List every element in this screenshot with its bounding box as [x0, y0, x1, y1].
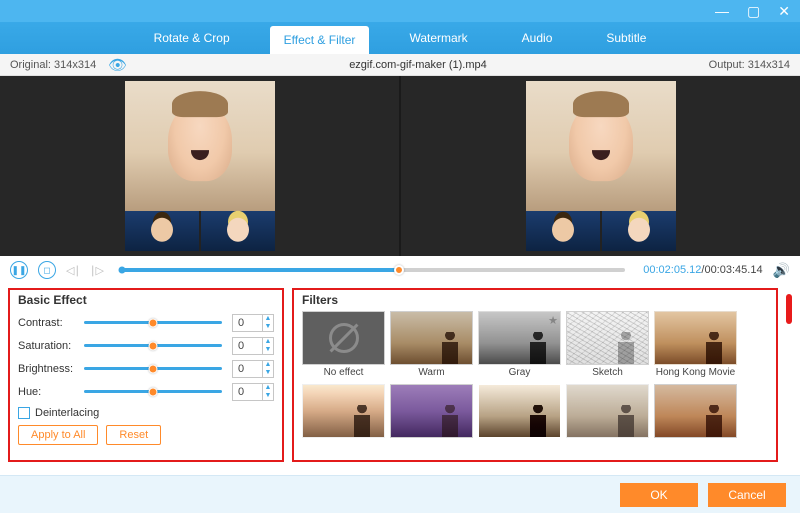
filter-row2-2[interactable] — [390, 384, 473, 452]
panels-row: Basic Effect Contrast: 0▲▼ Saturation: 0… — [0, 284, 800, 462]
tab-audio[interactable]: Audio — [508, 22, 567, 54]
deinterlacing-row: Deinterlacing — [18, 407, 274, 419]
filter-warm[interactable]: Warm — [390, 311, 473, 379]
brightness-label: Brightness: — [18, 363, 84, 375]
hue-down[interactable]: ▼ — [263, 392, 273, 400]
total-time: /00:03:45.14 — [701, 264, 762, 276]
star-icon: ★ — [548, 314, 558, 327]
stop-button[interactable]: ◻ — [38, 261, 56, 279]
volume-icon[interactable]: 🔊 — [773, 262, 790, 279]
ok-button[interactable]: OK — [620, 483, 698, 507]
filters-title: Filters — [302, 293, 768, 307]
basic-effect-title: Basic Effect — [18, 293, 274, 307]
basic-effect-panel: Basic Effect Contrast: 0▲▼ Saturation: 0… — [8, 288, 284, 462]
preview-toggle-icon[interactable]: 👁 — [108, 56, 127, 74]
contrast-value[interactable]: 0▲▼ — [232, 314, 274, 332]
contrast-row: Contrast: 0▲▼ — [18, 311, 274, 334]
original-video — [125, 81, 275, 251]
reset-button[interactable]: Reset — [106, 425, 161, 445]
saturation-slider[interactable] — [84, 344, 222, 347]
footer-bar: OK Cancel — [0, 475, 800, 513]
filters-scrollbar[interactable] — [786, 294, 792, 324]
brightness-up[interactable]: ▲ — [263, 361, 273, 369]
info-bar: Original: 314x314 👁 ezgif.com-gif-maker … — [0, 54, 800, 76]
contrast-down[interactable]: ▼ — [263, 323, 273, 331]
contrast-slider[interactable] — [84, 321, 222, 324]
time-display: 00:02:05.12/00:03:45.14 — [643, 264, 762, 276]
tab-bar: Rotate & Crop Effect & Filter Watermark … — [0, 22, 800, 54]
playback-controls: ❚❚ ◻ ◁∣ ∣▷ 00:02:05.12/00:03:45.14 🔊 — [0, 256, 800, 284]
saturation-label: Saturation: — [18, 340, 84, 352]
tab-watermark[interactable]: Watermark — [395, 22, 481, 54]
saturation-up[interactable]: ▲ — [263, 338, 273, 346]
current-time: 00:02:05.12 — [643, 264, 701, 276]
progress-fill — [122, 268, 399, 272]
hue-up[interactable]: ▲ — [263, 384, 273, 392]
output-video — [526, 81, 676, 251]
prev-frame-button[interactable]: ◁∣ — [66, 264, 80, 277]
contrast-label: Contrast: — [18, 317, 84, 329]
filter-row2-4[interactable] — [566, 384, 649, 452]
saturation-down[interactable]: ▼ — [263, 346, 273, 354]
original-preview-pane — [0, 76, 399, 256]
filter-row2-1[interactable] — [302, 384, 385, 452]
hue-value[interactable]: 0▲▼ — [232, 383, 274, 401]
deinterlacing-checkbox[interactable] — [18, 407, 30, 419]
apply-to-all-button[interactable]: Apply to All — [18, 425, 98, 445]
preview-row — [0, 76, 800, 256]
filter-hong-kong-movie[interactable]: Hong Kong Movie — [654, 311, 737, 379]
filters-panel: Filters No effect Warm ★Gray Sketch Hong… — [292, 288, 778, 462]
tab-effect-filter[interactable]: Effect & Filter — [270, 26, 370, 54]
filters-grid: No effect Warm ★Gray Sketch Hong Kong Mo… — [302, 311, 768, 452]
brightness-down[interactable]: ▼ — [263, 369, 273, 377]
saturation-row: Saturation: 0▲▼ — [18, 334, 274, 357]
deinterlacing-label: Deinterlacing — [35, 407, 99, 419]
filter-gray[interactable]: ★Gray — [478, 311, 561, 379]
contrast-up[interactable]: ▲ — [263, 315, 273, 323]
brightness-row: Brightness: 0▲▼ — [18, 357, 274, 380]
window-titlebar: — ▢ ✕ — [0, 0, 800, 22]
filename-label: ezgif.com-gif-maker (1).mp4 — [127, 59, 708, 71]
hue-row: Hue: 0▲▼ — [18, 380, 274, 403]
play-pause-button[interactable]: ❚❚ — [10, 261, 28, 279]
saturation-value[interactable]: 0▲▼ — [232, 337, 274, 355]
output-preview-pane — [399, 76, 800, 256]
original-size-label: Original: 314x314 — [10, 59, 96, 71]
basic-effect-buttons: Apply to All Reset — [18, 425, 274, 445]
filter-sketch[interactable]: Sketch — [566, 311, 649, 379]
tab-subtitle[interactable]: Subtitle — [592, 22, 660, 54]
brightness-slider[interactable] — [84, 367, 222, 370]
filter-row2-5[interactable] — [654, 384, 737, 452]
tab-rotate-crop[interactable]: Rotate & Crop — [140, 22, 244, 54]
filter-no-effect[interactable]: No effect — [302, 311, 385, 379]
hue-slider[interactable] — [84, 390, 222, 393]
next-frame-button[interactable]: ∣▷ — [90, 264, 104, 277]
hue-label: Hue: — [18, 386, 84, 398]
cancel-button[interactable]: Cancel — [708, 483, 786, 507]
progress-bar[interactable] — [122, 268, 625, 272]
brightness-value[interactable]: 0▲▼ — [232, 360, 274, 378]
filter-row2-3[interactable] — [478, 384, 561, 452]
progress-thumb[interactable] — [394, 265, 404, 275]
output-size-label: Output: 314x314 — [709, 59, 790, 71]
progress-start-marker — [118, 267, 125, 274]
